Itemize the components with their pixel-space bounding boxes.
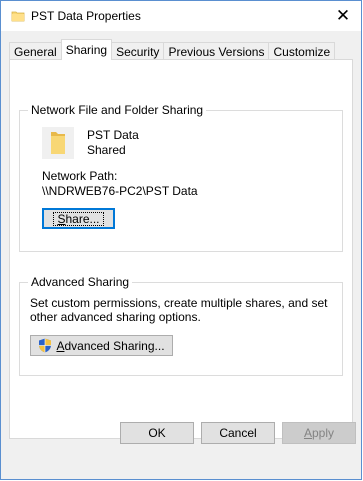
folder-share-status: Shared <box>87 143 126 157</box>
advanced-sharing-description: Set custom permissions, create multiple … <box>30 296 328 324</box>
folder-icon <box>11 11 25 22</box>
uac-shield-icon <box>39 338 52 353</box>
advanced-sharing-group: Advanced Sharing Set custom permissions,… <box>19 275 343 376</box>
advanced-sharing-legend: Advanced Sharing <box>28 275 133 289</box>
advanced-label-rest: dvanced Sharing... <box>64 338 165 353</box>
tab-strip: General Sharing Security Previous Versio… <box>9 39 336 60</box>
tab-security[interactable]: Security <box>111 42 165 60</box>
apply-button[interactable]: Apply <box>282 422 356 444</box>
network-path-label: Network Path: <box>42 169 118 183</box>
title-bar[interactable]: PST Data Properties ✕ <box>1 1 361 31</box>
folder-name: PST Data <box>87 128 139 142</box>
apply-accel-key: A <box>303 426 312 440</box>
close-icon: ✕ <box>335 6 351 25</box>
properties-dialog: PST Data Properties ✕ General Sharing Se… <box>0 0 362 480</box>
network-sharing-group: Network File and Folder Sharing PST Data… <box>19 103 343 252</box>
sharing-tab-panel: Network File and Folder Sharing PST Data… <box>9 59 353 439</box>
advanced-accel-key: A <box>56 338 65 353</box>
network-sharing-legend: Network File and Folder Sharing <box>28 103 207 117</box>
share-label-rest: hare... <box>65 211 100 226</box>
close-button[interactable]: ✕ <box>333 6 353 26</box>
network-path-value: \\NDRWEB76-PC2\PST Data <box>42 184 198 198</box>
apply-label-rest: pply <box>312 426 335 440</box>
tab-general[interactable]: General <box>9 42 62 60</box>
window-title: PST Data Properties <box>31 9 141 23</box>
tab-previous-versions[interactable]: Previous Versions <box>163 42 270 60</box>
cancel-button[interactable]: Cancel <box>201 422 275 444</box>
share-button[interactable]: Share... <box>42 208 115 229</box>
shared-folder-icon <box>42 127 74 159</box>
dialog-content: General Sharing Security Previous Versio… <box>1 31 361 479</box>
tab-customize[interactable]: Customize <box>268 42 336 60</box>
tab-sharing[interactable]: Sharing <box>60 39 113 60</box>
advanced-sharing-button[interactable]: Advanced Sharing... <box>30 335 173 356</box>
share-button-label: Share... <box>53 211 104 226</box>
ok-button[interactable]: OK <box>120 422 194 444</box>
